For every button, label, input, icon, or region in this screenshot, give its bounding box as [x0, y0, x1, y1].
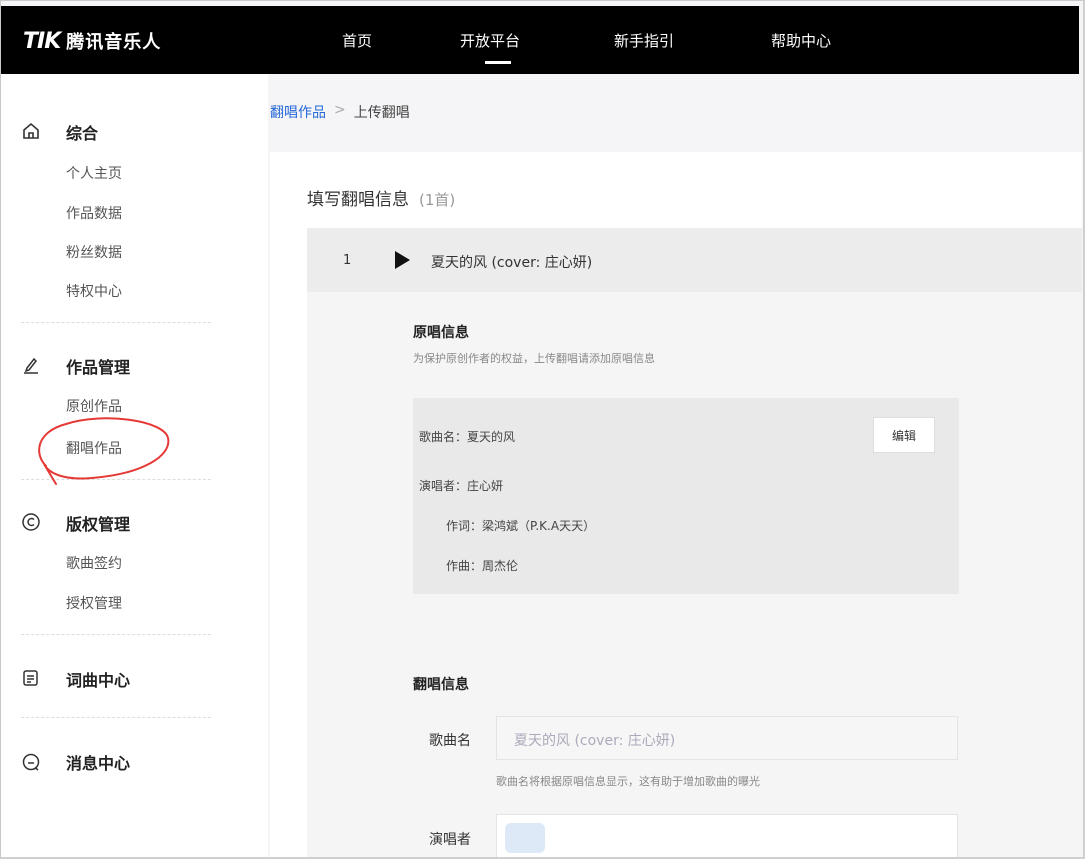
form-title: 填写翻唱信息 (1首): [307, 185, 455, 210]
original-info-box: 歌曲名：夏天的风 编辑 演唱者：庄心妍 作词：梁鸿斌（P.K.A天天） 作曲：周…: [413, 398, 959, 594]
upload-form-card: 填写翻唱信息 (1首) 1 夏天的风 (cover: 庄心妍) 原唱信息 为保护原…: [270, 152, 1082, 859]
singer-avatar[interactable]: [505, 823, 545, 853]
singer-label: 演唱者: [429, 832, 471, 848]
song-count: (1首): [419, 191, 456, 209]
nav-home[interactable]: 首页: [342, 30, 372, 51]
original-info-heading: 原唱信息: [413, 325, 469, 341]
sidebar-section-works[interactable]: 作品管理: [66, 354, 130, 378]
sidebar-item-fan-data[interactable]: 粉丝数据: [66, 242, 122, 262]
sidebar-item-profile[interactable]: 个人主页: [66, 163, 122, 183]
sidebar-section-overview[interactable]: 综合: [66, 120, 98, 144]
sidebar-item-cover-works[interactable]: 翻唱作品: [66, 438, 122, 458]
song-row[interactable]: 1 夏天的风 (cover: 庄心妍): [307, 228, 1082, 292]
logo-mark: TIK: [23, 28, 61, 54]
song-title: 夏天的风 (cover: 庄心妍): [431, 255, 593, 271]
home-icon: [23, 122, 39, 139]
nav-help-center[interactable]: 帮助中心: [771, 30, 831, 51]
original-song-name: 歌曲名：夏天的风: [419, 430, 516, 444]
original-composer: 作曲：周杰伦: [446, 559, 519, 573]
sidebar-item-song-signing[interactable]: 歌曲签约: [66, 553, 122, 573]
sidebar-section-copyright[interactable]: 版权管理: [66, 511, 130, 535]
song-detail-panel: 原唱信息 为保护原创作者的权益，上传翻唱请添加原唱信息 歌曲名：夏天的风 编辑 …: [307, 292, 1082, 859]
message-icon: [22, 753, 40, 771]
play-icon[interactable]: [395, 251, 410, 269]
song-index: 1: [343, 253, 352, 268]
original-lyricist: 作词：梁鸿斌（P.K.A天天）: [446, 519, 596, 533]
breadcrumb-current: 上传翻唱: [353, 105, 410, 121]
sidebar-divider: [21, 479, 211, 480]
top-nav-bar: TIK 腾讯音乐人 首页 开放平台 新手指引 帮助中心: [1, 6, 1079, 74]
sidebar-item-privilege[interactable]: 特权中心: [66, 281, 122, 301]
song-name-hint: 歌曲名将根据原唱信息显示，这有助于增加歌曲的曝光: [496, 775, 760, 788]
original-singer: 演唱者：庄心妍: [419, 479, 504, 493]
copyright-icon: [22, 513, 40, 531]
sidebar-item-original-works[interactable]: 原创作品: [66, 396, 122, 416]
sidebar-divider: [21, 322, 211, 323]
breadcrumb: 翻唱作品 > 上传翻唱: [270, 102, 410, 122]
breadcrumb-separator: >: [334, 102, 346, 118]
sidebar-item-work-data[interactable]: 作品数据: [66, 203, 122, 223]
cover-info-heading: 翻唱信息: [413, 677, 469, 693]
form-title-text: 填写翻唱信息: [307, 190, 409, 210]
song-name-input[interactable]: 夏天的风 (cover: 庄心妍): [496, 716, 958, 760]
sidebar-section-lyrics[interactable]: 词曲中心: [66, 667, 130, 691]
logo[interactable]: TIK 腾讯音乐人: [23, 28, 161, 54]
original-info-description: 为保护原创作者的权益，上传翻唱请添加原唱信息: [413, 352, 655, 365]
sidebar-item-license-management[interactable]: 授权管理: [66, 593, 122, 613]
sidebar-section-messages[interactable]: 消息中心: [66, 750, 130, 774]
nav-active-indicator: [485, 61, 511, 64]
document-icon: [23, 670, 38, 686]
breadcrumb-link-cover-works[interactable]: 翻唱作品: [270, 102, 326, 122]
sidebar-divider: [21, 717, 211, 718]
edit-button[interactable]: 编辑: [873, 417, 935, 453]
sidebar: 综合 个人主页 作品数据 粉丝数据 特权中心 作品管理 原创作品 翻唱作品 版权…: [1, 74, 268, 859]
sidebar-divider: [21, 634, 211, 635]
nav-beginner-guide[interactable]: 新手指引: [614, 30, 674, 51]
pen-icon: [24, 357, 38, 374]
logo-text: 腾讯音乐人: [66, 32, 162, 53]
singer-input[interactable]: [496, 814, 958, 859]
nav-open-platform[interactable]: 开放平台: [460, 30, 520, 51]
song-name-label: 歌曲名: [429, 733, 471, 749]
